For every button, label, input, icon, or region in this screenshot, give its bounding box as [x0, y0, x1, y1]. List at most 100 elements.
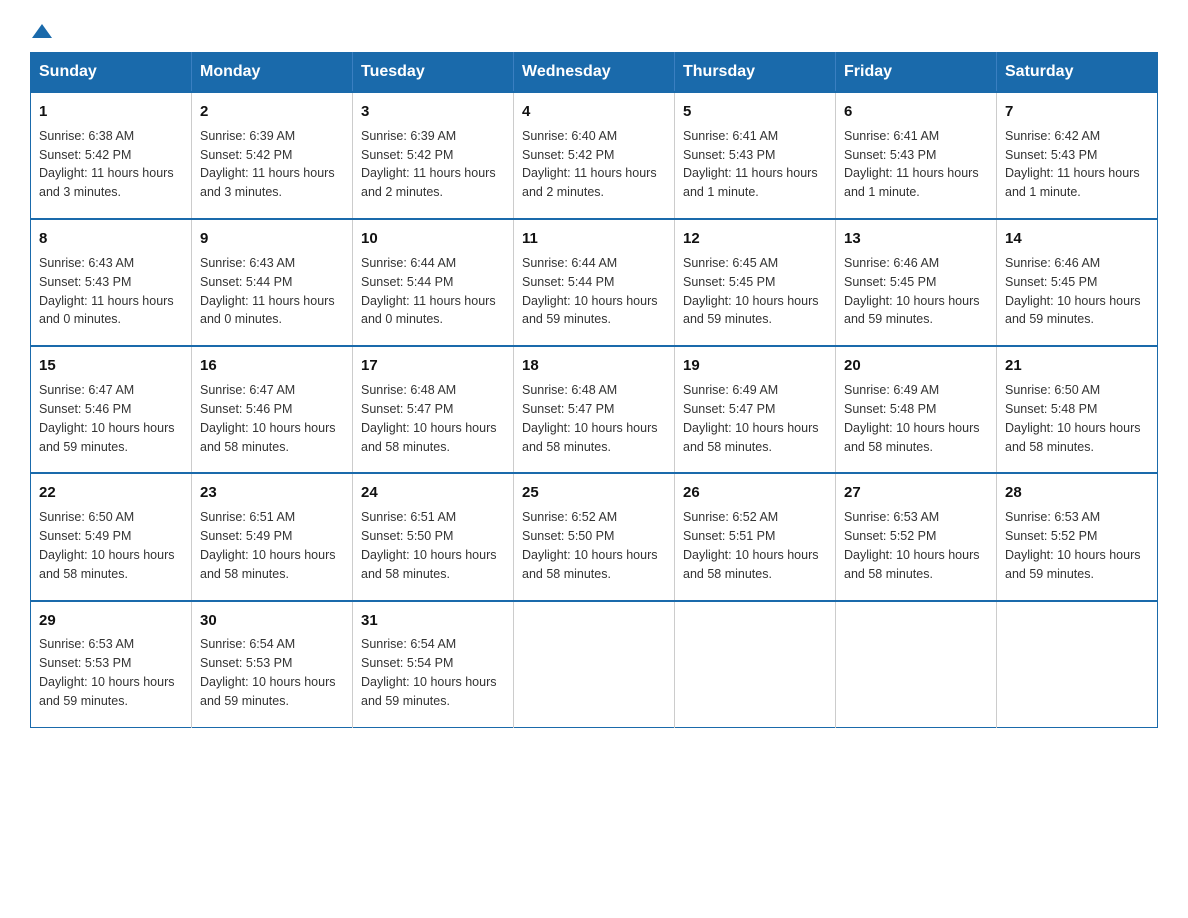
day-info: Sunrise: 6:39 AMSunset: 5:42 PMDaylight:…	[361, 129, 496, 200]
day-cell: 20 Sunrise: 6:49 AMSunset: 5:48 PMDaylig…	[836, 346, 997, 473]
day-info: Sunrise: 6:43 AMSunset: 5:44 PMDaylight:…	[200, 256, 335, 327]
header-row: SundayMondayTuesdayWednesdayThursdayFrid…	[31, 53, 1158, 93]
day-number: 21	[1005, 355, 1149, 377]
day-info: Sunrise: 6:48 AMSunset: 5:47 PMDaylight:…	[522, 383, 658, 454]
day-number: 20	[844, 355, 988, 377]
day-number: 1	[39, 101, 183, 123]
header-cell-friday: Friday	[836, 53, 997, 93]
day-cell: 26 Sunrise: 6:52 AMSunset: 5:51 PMDaylig…	[675, 473, 836, 600]
day-number: 3	[361, 101, 505, 123]
day-info: Sunrise: 6:51 AMSunset: 5:50 PMDaylight:…	[361, 510, 497, 581]
day-cell: 24 Sunrise: 6:51 AMSunset: 5:50 PMDaylig…	[353, 473, 514, 600]
day-info: Sunrise: 6:43 AMSunset: 5:43 PMDaylight:…	[39, 256, 174, 327]
day-number: 12	[683, 228, 827, 250]
day-number: 7	[1005, 101, 1149, 123]
calendar-body: 1 Sunrise: 6:38 AMSunset: 5:42 PMDayligh…	[31, 92, 1158, 727]
day-cell: 7 Sunrise: 6:42 AMSunset: 5:43 PMDayligh…	[997, 92, 1158, 219]
week-row-4: 22 Sunrise: 6:50 AMSunset: 5:49 PMDaylig…	[31, 473, 1158, 600]
day-info: Sunrise: 6:53 AMSunset: 5:52 PMDaylight:…	[844, 510, 980, 581]
week-row-2: 8 Sunrise: 6:43 AMSunset: 5:43 PMDayligh…	[31, 219, 1158, 346]
day-cell: 13 Sunrise: 6:46 AMSunset: 5:45 PMDaylig…	[836, 219, 997, 346]
day-info: Sunrise: 6:44 AMSunset: 5:44 PMDaylight:…	[361, 256, 496, 327]
day-info: Sunrise: 6:44 AMSunset: 5:44 PMDaylight:…	[522, 256, 658, 327]
day-info: Sunrise: 6:53 AMSunset: 5:52 PMDaylight:…	[1005, 510, 1141, 581]
header-cell-monday: Monday	[192, 53, 353, 93]
day-number: 27	[844, 482, 988, 504]
day-number: 28	[1005, 482, 1149, 504]
day-info: Sunrise: 6:41 AMSunset: 5:43 PMDaylight:…	[844, 129, 979, 200]
week-row-5: 29 Sunrise: 6:53 AMSunset: 5:53 PMDaylig…	[31, 601, 1158, 728]
day-cell: 2 Sunrise: 6:39 AMSunset: 5:42 PMDayligh…	[192, 92, 353, 219]
day-cell: 12 Sunrise: 6:45 AMSunset: 5:45 PMDaylig…	[675, 219, 836, 346]
week-row-1: 1 Sunrise: 6:38 AMSunset: 5:42 PMDayligh…	[31, 92, 1158, 219]
header-cell-wednesday: Wednesday	[514, 53, 675, 93]
day-number: 30	[200, 610, 344, 632]
day-info: Sunrise: 6:50 AMSunset: 5:49 PMDaylight:…	[39, 510, 175, 581]
day-number: 24	[361, 482, 505, 504]
day-info: Sunrise: 6:47 AMSunset: 5:46 PMDaylight:…	[200, 383, 336, 454]
day-number: 9	[200, 228, 344, 250]
day-number: 8	[39, 228, 183, 250]
day-info: Sunrise: 6:46 AMSunset: 5:45 PMDaylight:…	[1005, 256, 1141, 327]
day-cell: 15 Sunrise: 6:47 AMSunset: 5:46 PMDaylig…	[31, 346, 192, 473]
day-cell: 27 Sunrise: 6:53 AMSunset: 5:52 PMDaylig…	[836, 473, 997, 600]
day-info: Sunrise: 6:51 AMSunset: 5:49 PMDaylight:…	[200, 510, 336, 581]
day-cell: 23 Sunrise: 6:51 AMSunset: 5:49 PMDaylig…	[192, 473, 353, 600]
calendar-header: SundayMondayTuesdayWednesdayThursdayFrid…	[31, 53, 1158, 93]
day-info: Sunrise: 6:41 AMSunset: 5:43 PMDaylight:…	[683, 129, 818, 200]
day-number: 17	[361, 355, 505, 377]
day-cell: 3 Sunrise: 6:39 AMSunset: 5:42 PMDayligh…	[353, 92, 514, 219]
day-info: Sunrise: 6:52 AMSunset: 5:51 PMDaylight:…	[683, 510, 819, 581]
day-number: 11	[522, 228, 666, 250]
day-cell	[997, 601, 1158, 728]
day-info: Sunrise: 6:53 AMSunset: 5:53 PMDaylight:…	[39, 637, 175, 708]
day-number: 31	[361, 610, 505, 632]
day-cell: 21 Sunrise: 6:50 AMSunset: 5:48 PMDaylig…	[997, 346, 1158, 473]
day-number: 2	[200, 101, 344, 123]
day-info: Sunrise: 6:40 AMSunset: 5:42 PMDaylight:…	[522, 129, 657, 200]
day-cell: 19 Sunrise: 6:49 AMSunset: 5:47 PMDaylig…	[675, 346, 836, 473]
logo	[30, 20, 52, 42]
header-cell-sunday: Sunday	[31, 53, 192, 93]
day-number: 14	[1005, 228, 1149, 250]
day-info: Sunrise: 6:54 AMSunset: 5:54 PMDaylight:…	[361, 637, 497, 708]
day-number: 5	[683, 101, 827, 123]
day-cell: 29 Sunrise: 6:53 AMSunset: 5:53 PMDaylig…	[31, 601, 192, 728]
day-number: 22	[39, 482, 183, 504]
day-number: 4	[522, 101, 666, 123]
day-cell: 25 Sunrise: 6:52 AMSunset: 5:50 PMDaylig…	[514, 473, 675, 600]
day-info: Sunrise: 6:49 AMSunset: 5:48 PMDaylight:…	[844, 383, 980, 454]
day-info: Sunrise: 6:42 AMSunset: 5:43 PMDaylight:…	[1005, 129, 1140, 200]
day-cell: 28 Sunrise: 6:53 AMSunset: 5:52 PMDaylig…	[997, 473, 1158, 600]
day-info: Sunrise: 6:54 AMSunset: 5:53 PMDaylight:…	[200, 637, 336, 708]
day-number: 29	[39, 610, 183, 632]
day-cell: 4 Sunrise: 6:40 AMSunset: 5:42 PMDayligh…	[514, 92, 675, 219]
day-cell: 14 Sunrise: 6:46 AMSunset: 5:45 PMDaylig…	[997, 219, 1158, 346]
day-number: 25	[522, 482, 666, 504]
day-info: Sunrise: 6:45 AMSunset: 5:45 PMDaylight:…	[683, 256, 819, 327]
day-number: 23	[200, 482, 344, 504]
day-info: Sunrise: 6:38 AMSunset: 5:42 PMDaylight:…	[39, 129, 174, 200]
day-cell: 18 Sunrise: 6:48 AMSunset: 5:47 PMDaylig…	[514, 346, 675, 473]
day-info: Sunrise: 6:50 AMSunset: 5:48 PMDaylight:…	[1005, 383, 1141, 454]
day-cell: 10 Sunrise: 6:44 AMSunset: 5:44 PMDaylig…	[353, 219, 514, 346]
day-number: 18	[522, 355, 666, 377]
day-cell: 17 Sunrise: 6:48 AMSunset: 5:47 PMDaylig…	[353, 346, 514, 473]
day-info: Sunrise: 6:48 AMSunset: 5:47 PMDaylight:…	[361, 383, 497, 454]
header-cell-saturday: Saturday	[997, 53, 1158, 93]
logo-triangle-icon	[32, 24, 52, 38]
day-cell	[836, 601, 997, 728]
day-cell: 9 Sunrise: 6:43 AMSunset: 5:44 PMDayligh…	[192, 219, 353, 346]
day-cell: 11 Sunrise: 6:44 AMSunset: 5:44 PMDaylig…	[514, 219, 675, 346]
day-cell: 22 Sunrise: 6:50 AMSunset: 5:49 PMDaylig…	[31, 473, 192, 600]
header-cell-thursday: Thursday	[675, 53, 836, 93]
day-info: Sunrise: 6:47 AMSunset: 5:46 PMDaylight:…	[39, 383, 175, 454]
day-cell: 31 Sunrise: 6:54 AMSunset: 5:54 PMDaylig…	[353, 601, 514, 728]
day-number: 19	[683, 355, 827, 377]
page-header	[30, 20, 1158, 42]
day-info: Sunrise: 6:49 AMSunset: 5:47 PMDaylight:…	[683, 383, 819, 454]
day-number: 16	[200, 355, 344, 377]
day-info: Sunrise: 6:52 AMSunset: 5:50 PMDaylight:…	[522, 510, 658, 581]
day-number: 26	[683, 482, 827, 504]
calendar-table: SundayMondayTuesdayWednesdayThursdayFrid…	[30, 52, 1158, 728]
